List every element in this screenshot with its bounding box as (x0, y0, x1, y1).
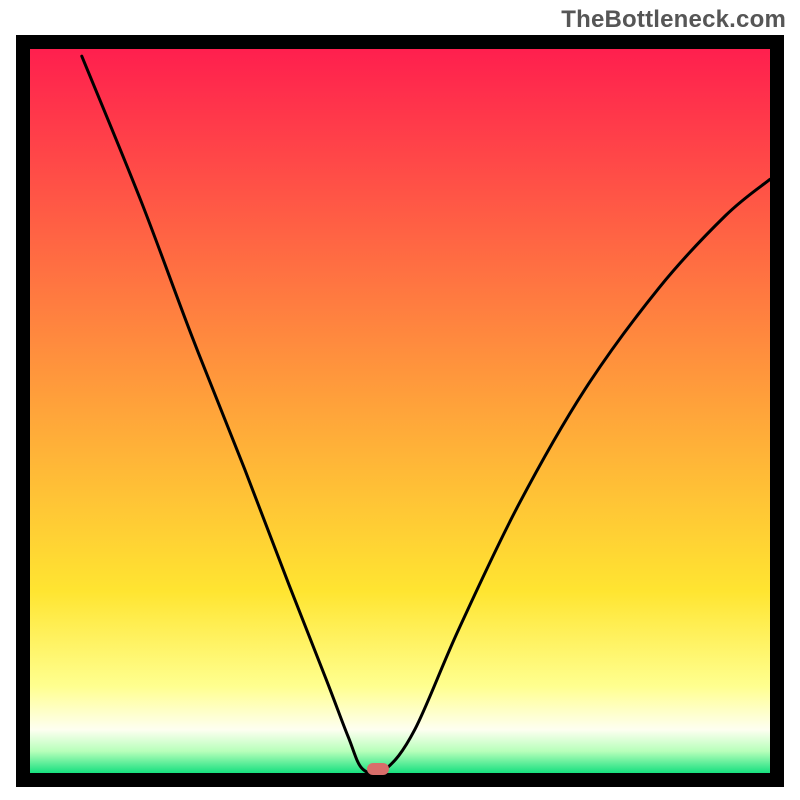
sweet-spot-marker (367, 763, 389, 775)
bottleneck-curve (30, 49, 770, 773)
chart-stage: TheBottleneck.com (0, 0, 800, 800)
plot-border-left (16, 35, 30, 787)
plot-border-top (16, 35, 784, 49)
watermark-text: TheBottleneck.com (561, 6, 786, 34)
plot-border-right (770, 35, 784, 787)
plot-border-bottom (16, 773, 784, 787)
